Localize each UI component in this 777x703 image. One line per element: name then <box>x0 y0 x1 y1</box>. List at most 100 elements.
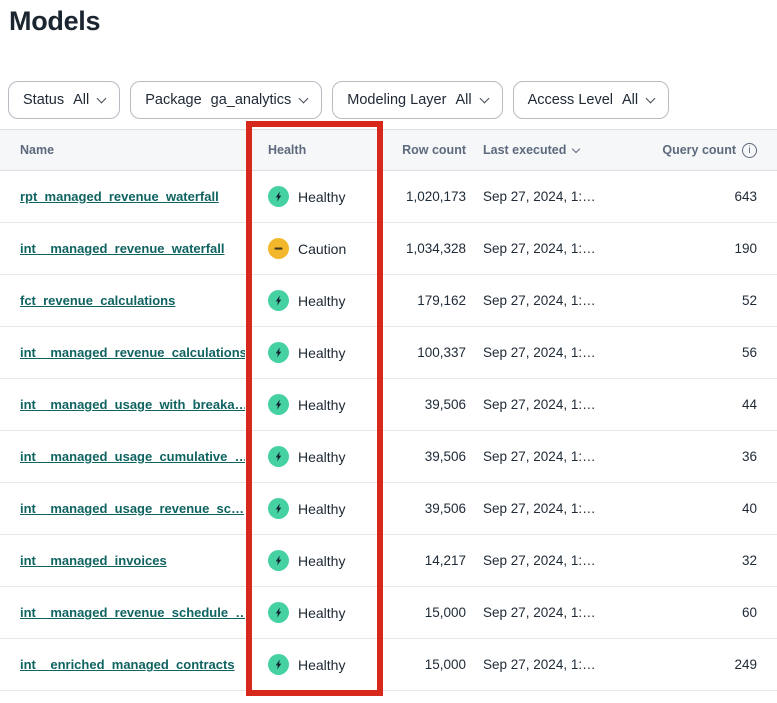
health-status-badge <box>268 602 289 623</box>
column-header-row-count: Row count <box>380 143 470 157</box>
chevron-down-icon <box>479 93 489 103</box>
last-executed-header-label: Last executed <box>483 143 566 157</box>
last-executed-value: Sep 27, 2024, 1:… <box>470 241 633 256</box>
column-header-last-executed[interactable]: Last executed <box>470 143 633 157</box>
table-row: int__managed_revenue_waterfall Caution 1… <box>0 223 777 275</box>
query-count-value: 40 <box>633 501 777 516</box>
last-executed-value: Sep 27, 2024, 1:… <box>470 189 633 204</box>
table-row: int__enriched_managed_contracts Healthy … <box>0 639 777 691</box>
model-name-link[interactable]: int__managed_revenue_calculations <box>20 345 245 360</box>
table-row: int__managed_invoices Healthy 14,217 Sep… <box>0 535 777 587</box>
column-header-name: Name <box>0 143 245 157</box>
row-count-value: 179,162 <box>380 293 470 308</box>
health-status-badge <box>268 342 289 363</box>
health-status-badge <box>268 238 289 259</box>
modeling-layer-filter-label: Modeling Layer <box>347 92 446 108</box>
modeling-layer-filter-button[interactable]: Modeling Layer All <box>332 81 502 119</box>
info-icon[interactable]: i <box>742 143 757 158</box>
row-count-value: 15,000 <box>380 605 470 620</box>
health-bolt-icon <box>273 191 284 202</box>
last-executed-value: Sep 27, 2024, 1:… <box>470 553 633 568</box>
model-name-link[interactable]: int__managed_usage_with_breaka… <box>20 397 245 412</box>
package-filter-button[interactable]: Package ga_analytics <box>130 81 322 119</box>
status-filter-value: All <box>73 92 89 108</box>
health-bolt-icon <box>273 347 284 358</box>
last-executed-value: Sep 27, 2024, 1:… <box>470 293 633 308</box>
table-header-row: Name Health Row count Last executed Quer… <box>0 129 777 171</box>
page-title: Models <box>9 6 100 37</box>
column-header-health: Health <box>245 143 380 157</box>
table-body: rpt_managed_revenue_waterfall Healthy 1,… <box>0 171 777 691</box>
table-row: int__managed_usage_revenue_sc… Healthy 3… <box>0 483 777 535</box>
query-count-value: 190 <box>633 241 777 256</box>
table-row: int__managed_usage_with_breaka… Healthy … <box>0 379 777 431</box>
query-count-value: 643 <box>633 189 777 204</box>
query-count-value: 60 <box>633 605 777 620</box>
health-status-label: Healthy <box>298 345 345 361</box>
chevron-down-icon <box>646 93 656 103</box>
health-status-badge <box>268 654 289 675</box>
table-row: fct_revenue_calculations Healthy 179,162… <box>0 275 777 327</box>
model-name-link[interactable]: int__enriched_managed_contracts <box>20 657 235 672</box>
health-status-badge <box>268 498 289 519</box>
last-executed-value: Sep 27, 2024, 1:… <box>470 501 633 516</box>
last-executed-value: Sep 27, 2024, 1:… <box>470 345 633 360</box>
table-row: rpt_managed_revenue_waterfall Healthy 1,… <box>0 171 777 223</box>
query-count-value: 56 <box>633 345 777 360</box>
modeling-layer-filter-value: All <box>455 92 471 108</box>
row-count-value: 100,337 <box>380 345 470 360</box>
health-status-label: Healthy <box>298 605 345 621</box>
table-row: int__managed_usage_cumulative_… Healthy … <box>0 431 777 483</box>
health-bolt-icon <box>273 399 284 410</box>
status-filter-label: Status <box>23 92 64 108</box>
query-count-header-label: Query count <box>662 143 736 157</box>
access-level-filter-label: Access Level <box>528 92 613 108</box>
column-header-query-count: Query count i <box>633 143 777 158</box>
last-executed-value: Sep 27, 2024, 1:… <box>470 657 633 672</box>
access-level-filter-button[interactable]: Access Level All <box>513 81 670 119</box>
health-status-badge <box>268 290 289 311</box>
model-name-link[interactable]: int__managed_invoices <box>20 553 167 568</box>
last-executed-value: Sep 27, 2024, 1:… <box>470 449 633 464</box>
health-bolt-icon <box>273 659 284 670</box>
access-level-filter-value: All <box>622 92 638 108</box>
health-bolt-icon <box>273 607 284 618</box>
last-executed-value: Sep 27, 2024, 1:… <box>470 397 633 412</box>
row-count-value: 14,217 <box>380 553 470 568</box>
status-filter-button[interactable]: Status All <box>8 81 120 119</box>
health-status-badge <box>268 186 289 207</box>
model-name-link[interactable]: int__managed_revenue_waterfall <box>20 241 224 256</box>
caution-minus-icon <box>273 243 284 254</box>
health-status-badge <box>268 446 289 467</box>
health-status-label: Caution <box>298 241 346 257</box>
query-count-value: 52 <box>633 293 777 308</box>
row-count-value: 39,506 <box>380 501 470 516</box>
health-status-label: Healthy <box>298 449 345 465</box>
health-bolt-icon <box>273 503 284 514</box>
row-count-value: 39,506 <box>380 449 470 464</box>
health-status-label: Healthy <box>298 657 345 673</box>
model-name-link[interactable]: int__managed_usage_revenue_sc… <box>20 501 244 516</box>
health-status-label: Healthy <box>298 397 345 413</box>
health-status-badge <box>268 550 289 571</box>
row-count-value: 39,506 <box>380 397 470 412</box>
table-row: int__managed_revenue_schedule_… Healthy … <box>0 587 777 639</box>
table-row: int__managed_revenue_calculations Health… <box>0 327 777 379</box>
filter-bar: Status All Package ga_analytics Modeling… <box>8 81 669 119</box>
row-count-value: 15,000 <box>380 657 470 672</box>
health-bolt-icon <box>273 295 284 306</box>
health-status-label: Healthy <box>298 553 345 569</box>
chevron-down-icon <box>97 93 107 103</box>
query-count-value: 32 <box>633 553 777 568</box>
sort-chevron-down-icon <box>572 145 580 153</box>
package-filter-value: ga_analytics <box>211 92 292 108</box>
health-bolt-icon <box>273 451 284 462</box>
package-filter-label: Package <box>145 92 201 108</box>
row-count-value: 1,034,328 <box>380 241 470 256</box>
model-name-link[interactable]: rpt_managed_revenue_waterfall <box>20 189 219 204</box>
model-name-link[interactable]: int__managed_revenue_schedule_… <box>20 605 245 620</box>
model-name-link[interactable]: fct_revenue_calculations <box>20 293 175 308</box>
last-executed-value: Sep 27, 2024, 1:… <box>470 605 633 620</box>
model-name-link[interactable]: int__managed_usage_cumulative_… <box>20 449 245 464</box>
query-count-value: 249 <box>633 657 777 672</box>
